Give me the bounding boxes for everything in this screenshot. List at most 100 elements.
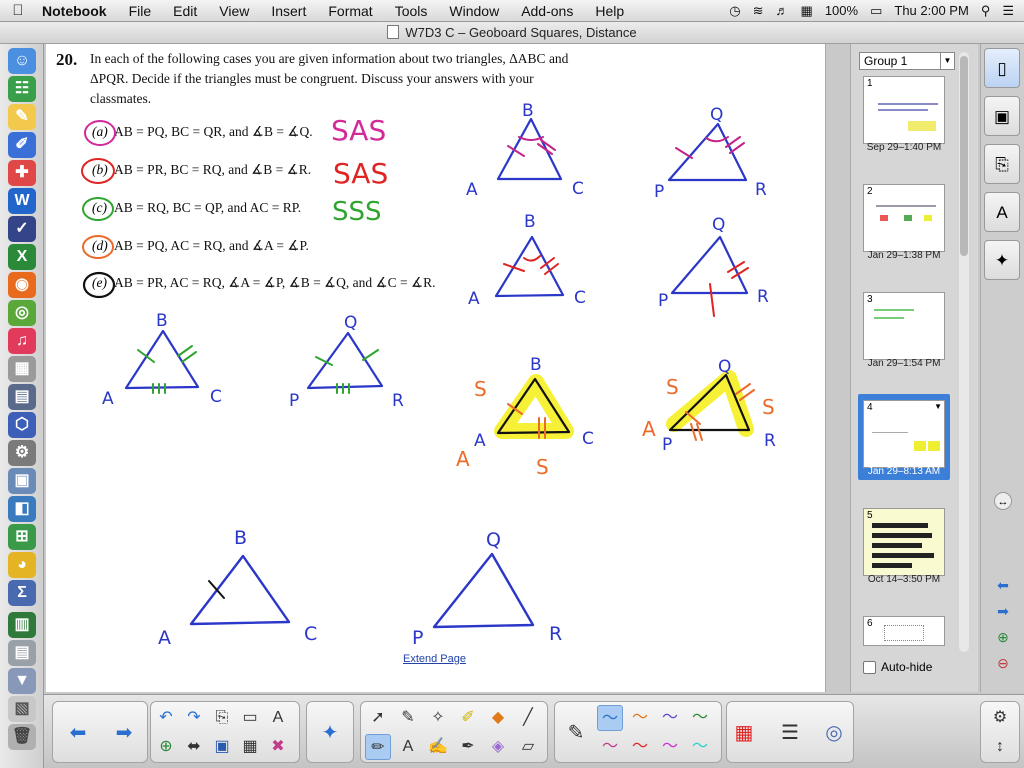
text-tool-icon[interactable]: A [395,734,421,760]
delete-page-icon[interactable]: ⊖ [994,654,1012,672]
add-page-button-icon[interactable]: ⊕ [153,734,179,760]
time-machine-icon[interactable]: ◷ [729,3,740,19]
properties-tab-icon[interactable]: A [984,192,1020,232]
extend-page-link[interactable]: Extend Page [403,653,466,665]
menu-insert[interactable]: Insert [260,3,317,19]
image-stack-icon[interactable]: ▧ [8,696,36,722]
pen-style-magenta[interactable]: 〜 [597,734,623,760]
pen-style-purple[interactable]: 〜 [657,705,683,731]
autohide-toggle[interactable]: Auto-hide [863,660,932,674]
select-arrow-icon[interactable]: ➚ [365,705,391,731]
apple-menu-icon[interactable]:  [0,2,36,19]
network-app-icon[interactable]: ▤ [8,384,36,410]
volume-icon[interactable]: ♬ [776,3,789,18]
itunes-icon[interactable]: ♫ [8,328,36,354]
pen-style-red[interactable]: 〜 [627,734,653,760]
trash-icon[interactable]: 🗑 [8,724,36,750]
battery-percent[interactable]: 100% [825,3,858,18]
screen-icon[interactable]: ▦ [801,3,813,19]
shapes-icon[interactable]: ◆ [485,705,511,731]
page-thumbnail-1[interactable]: 1 [863,76,945,144]
notes-app-icon[interactable]: ✎ [8,104,36,130]
gallery-tab-icon[interactable]: ▣ [984,96,1020,136]
spotlight-search-icon[interactable]: ⚲ [981,3,991,19]
spell-check-icon[interactable]: A [265,705,291,731]
notebook-canvas[interactable]: 20. In each of the following cases you a… [46,44,826,692]
fill-icon[interactable]: ◈ [485,734,511,760]
screen-shade-icon[interactable]: ▭ [237,705,263,731]
plus-app-icon[interactable]: ✚ [8,160,36,186]
menu-edit[interactable]: Edit [162,3,208,19]
transparency-icon[interactable]: ◎ [821,720,847,746]
menu-file[interactable]: File [118,3,163,19]
pen-style-green[interactable]: 〜 [687,705,713,731]
attachments-tab-icon[interactable]: ⎘ [984,144,1020,184]
puzzle-piece-icon[interactable]: ✦ [317,720,343,746]
move-toolbar-icon[interactable]: ↕ [987,734,1013,760]
creative-pen-icon[interactable]: ✍ [425,734,451,760]
page-thumbnail-6[interactable]: 6 [863,616,945,646]
line-thickness-icon[interactable]: ☰ [777,720,803,746]
menu-window[interactable]: Window [438,3,510,19]
globe-app-icon[interactable]: ◎ [8,300,36,326]
highlighter-icon[interactable]: ✐ [455,705,481,731]
wifi-icon[interactable]: ≋ [753,3,764,19]
chevron-down-icon[interactable]: ▼ [940,53,954,69]
scrollbar-thumb[interactable] [960,56,968,256]
grapher-app-icon[interactable]: ⊞ [8,524,36,550]
color-palette-icon[interactable]: ▦ [731,720,757,746]
books-app-icon[interactable]: ▥ [8,612,36,638]
page-thumbnail-3[interactable]: 3 [863,292,945,360]
pen-abc-icon[interactable]: ✎ [395,705,421,731]
people-app-icon[interactable]: ☷ [8,76,36,102]
copy-page-icon[interactable]: ⎘ [209,705,235,731]
next-page-icon[interactable]: ➡ [994,602,1012,620]
autohide-checkbox[interactable] [863,660,876,674]
pen-style-blue[interactable]: 〜 [597,705,623,731]
notification-center-icon[interactable]: ☰ [1002,3,1014,19]
forward-arrow-icon[interactable]: ➡ [111,720,137,746]
back-arrow-icon[interactable]: ⬅ [65,720,91,746]
panel-swap-icon[interactable]: ↔ [994,492,1012,510]
pen-type-icon[interactable]: ✎ [563,720,589,746]
menu-format[interactable]: Format [317,3,383,19]
downloads-folder-icon[interactable]: ▼ [8,668,36,694]
pen-style-pink[interactable]: 〜 [657,734,683,760]
eraser-icon[interactable]: ▱ [515,734,541,760]
page-thumbnail-2[interactable]: 2 [863,184,945,252]
sigma-app-icon[interactable]: Σ [8,580,36,606]
save-icon[interactable]: ▣ [209,734,235,760]
battery-icon[interactable]: ▭ [870,3,882,19]
table-icon[interactable]: ▦ [237,734,263,760]
finder-icon[interactable]: ☺ [8,48,36,74]
calculator-icon[interactable]: ▦ [8,356,36,382]
menu-view[interactable]: View [208,3,260,19]
page-thumbnail-5[interactable]: 5 [863,508,945,576]
page-thumbnail-4[interactable]: 4 ▼ [863,400,945,468]
addons-tab-icon[interactable]: ✦ [984,240,1020,280]
fit-width-icon[interactable]: ⬌ [181,734,207,760]
undo-icon[interactable]: ↶ [153,705,179,731]
line-tool-icon[interactable]: ╱ [515,705,541,731]
firefox-icon[interactable]: ◉ [8,272,36,298]
excel-app-icon[interactable]: X [8,244,36,270]
page-sorter-tab-icon[interactable]: ▯ [984,48,1020,88]
geometry-app-icon[interactable]: ⬡ [8,412,36,438]
word-app-icon[interactable]: W [8,188,36,214]
text-edit-icon[interactable]: ✐ [8,132,36,158]
pen-style-cyan[interactable]: 〜 [687,734,713,760]
menu-help[interactable]: Help [584,3,635,19]
chrome-icon[interactable]: ◕ [8,552,36,578]
documents-folder-icon[interactable]: ▤ [8,640,36,666]
menu-app-name[interactable]: Notebook [36,3,118,19]
preview-app-icon[interactable]: ◧ [8,496,36,522]
previous-page-icon[interactable]: ⬅ [994,576,1012,594]
side-panel-scrollbar[interactable] [959,52,969,652]
clear-ink-icon[interactable]: ✖ [265,734,291,760]
pens-icon[interactable]: ✏ [365,734,391,760]
photo-app-icon[interactable]: ▣ [8,468,36,494]
add-page-icon[interactable]: ⊕ [994,628,1012,646]
ink-layer[interactable]: SAS SAS SSS B A C Q P R B A C Q P R B A … [46,44,826,692]
thumbnail-menu-icon[interactable]: ▼ [934,402,942,411]
menu-addons[interactable]: Add-ons [510,3,584,19]
